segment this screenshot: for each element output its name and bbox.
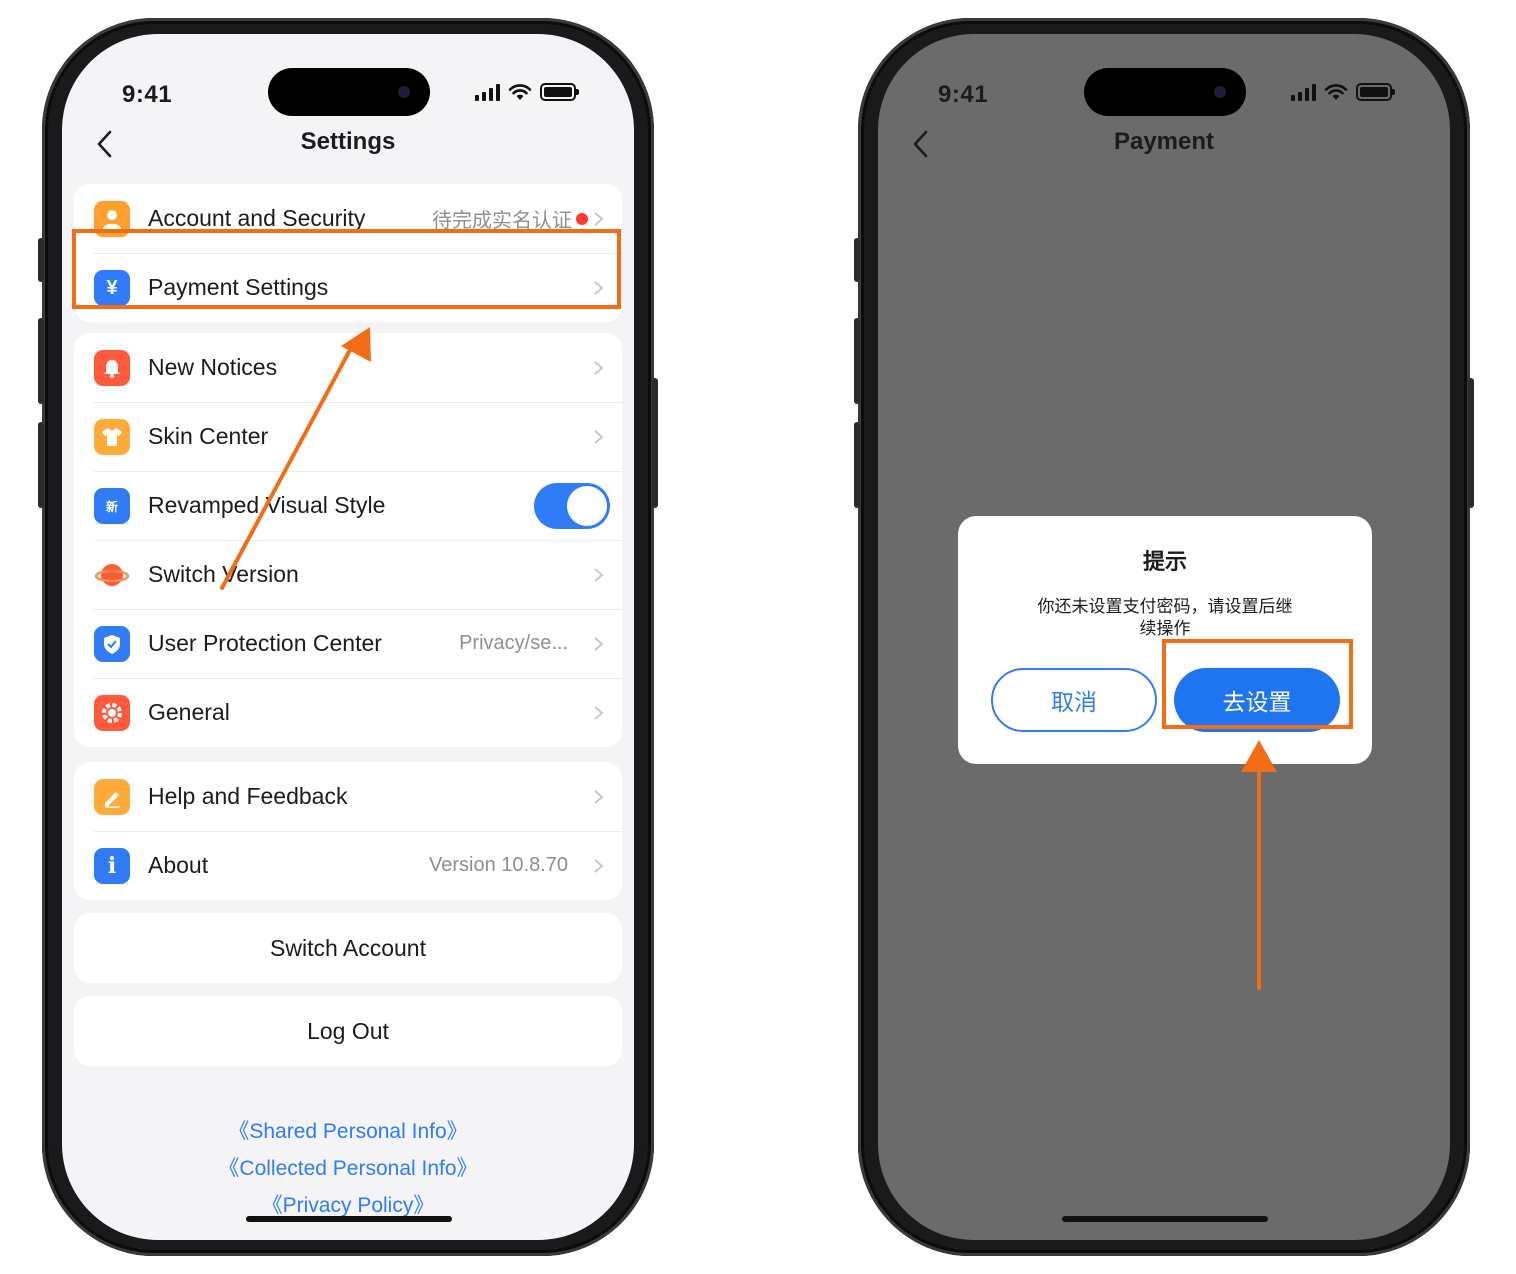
status-icons: [1291, 83, 1395, 101]
battery-icon: [540, 83, 579, 101]
row-help-feedback[interactable]: Help and Feedback: [74, 762, 622, 831]
new-style-icon: 新: [94, 488, 130, 524]
cancel-button[interactable]: 取消: [991, 668, 1157, 732]
privacy-policy-link[interactable]: 《Privacy Policy》: [62, 1189, 634, 1219]
planet-icon: [94, 557, 130, 593]
page-title: Payment: [1113, 128, 1215, 155]
shield-icon: [94, 626, 130, 662]
pencil-icon: [94, 779, 130, 815]
row-general[interactable]: General: [74, 678, 622, 747]
row-switch-version[interactable]: Switch Version: [74, 540, 622, 609]
phone-payment: 9:41 Payment 提示 你还未设置支付密码，请设置后继 续操作 取消 去…: [854, 18, 1474, 1256]
home-indicator: [1062, 1216, 1268, 1222]
dynamic-island: [1084, 68, 1246, 116]
chevron-right-icon: [594, 790, 604, 804]
row-revamped-visual-style: 新 Revamped Visual Style: [74, 471, 622, 540]
visual-style-toggle[interactable]: [534, 483, 610, 529]
settings-screen: 9:41 Settings Account and Security 待完成实名…: [62, 34, 634, 1240]
chevron-right-icon: [594, 212, 604, 226]
settings-group-help: Help and Feedback i About Version 10.8.7…: [74, 762, 622, 900]
wifi-icon: [508, 84, 532, 100]
status-icons: [475, 83, 579, 101]
collected-personal-info-link[interactable]: 《Collected Personal Info》: [62, 1152, 634, 1182]
row-user-protection-center[interactable]: User Protection Center Privacy/se...: [74, 609, 622, 678]
switch-account-button[interactable]: Switch Account: [74, 913, 622, 983]
shirt-icon: [94, 419, 130, 455]
wifi-icon: [1324, 84, 1348, 100]
status-time: 9:41: [122, 81, 173, 108]
signal-icon: [1291, 83, 1316, 101]
bell-icon: [94, 350, 130, 386]
dialog-message: 你还未设置支付密码，请设置后继 续操作: [1037, 597, 1293, 638]
chevron-right-icon: [594, 568, 604, 582]
unread-dot: [576, 213, 588, 225]
page-title: Settings: [300, 128, 396, 155]
row-about[interactable]: i About Version 10.8.70: [74, 831, 622, 900]
chevron-right-icon: [594, 637, 604, 651]
signal-icon: [475, 83, 500, 101]
log-out-button[interactable]: Log Out: [74, 996, 622, 1066]
chevron-right-icon: [594, 706, 604, 720]
highlight-go-settings: [1162, 639, 1353, 729]
info-icon: i: [94, 848, 130, 884]
highlight-payment-settings: [72, 229, 621, 309]
status-time: 9:41: [938, 81, 989, 108]
chevron-right-icon: [594, 859, 604, 873]
chevron-right-icon: [594, 430, 604, 444]
settings-group-main: New Notices Skin Center 新 Revamped Visua…: [74, 333, 622, 747]
dynamic-island: [268, 68, 430, 116]
gear-icon: [94, 695, 130, 731]
battery-icon: [1356, 83, 1395, 101]
home-indicator: [246, 1216, 452, 1222]
phone-settings: 9:41 Settings Account and Security 待完成实名…: [38, 18, 658, 1256]
row-new-notices[interactable]: New Notices: [74, 333, 622, 402]
row-skin-center[interactable]: Skin Center: [74, 402, 622, 471]
dialog-title: 提示: [1142, 549, 1187, 574]
chevron-right-icon: [594, 361, 604, 375]
shared-personal-info-link[interactable]: 《Shared Personal Info》: [62, 1115, 634, 1145]
payment-screen: 9:41 Payment 提示 你还未设置支付密码，请设置后继 续操作 取消 去…: [878, 34, 1450, 1240]
